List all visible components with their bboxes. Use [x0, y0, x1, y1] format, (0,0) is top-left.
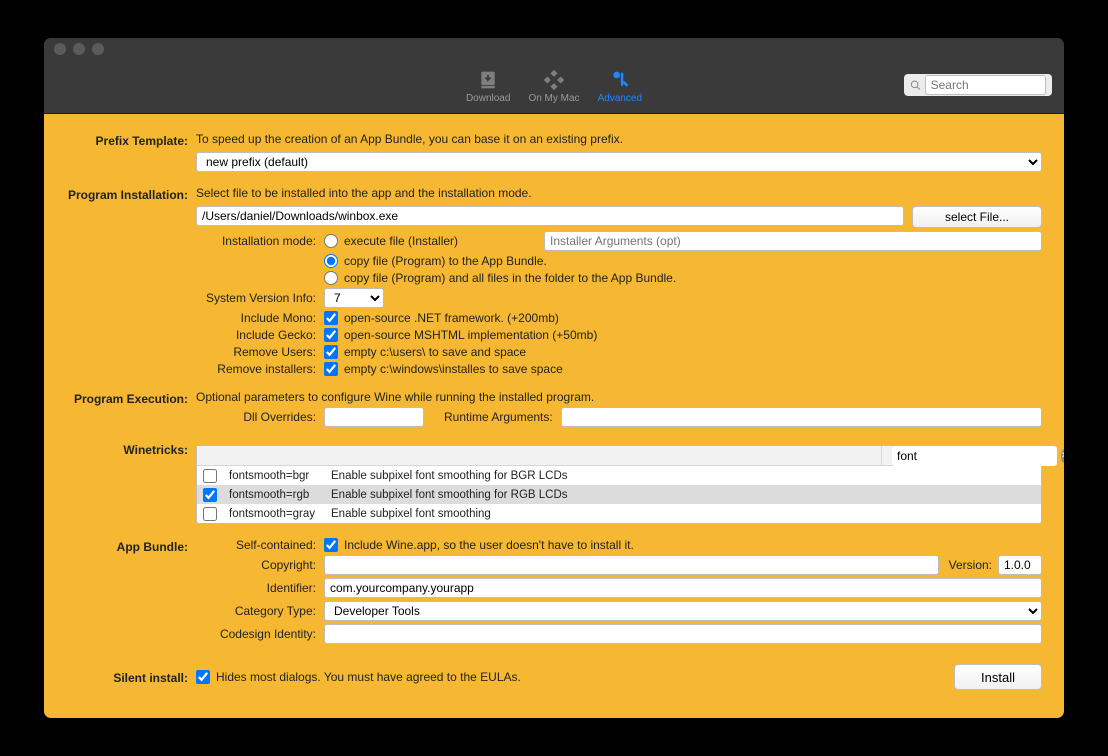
diamond-grid-icon	[541, 69, 567, 91]
tab-label: Download	[466, 93, 510, 104]
version-label: Version:	[939, 558, 998, 572]
category-type-label: Category Type:	[196, 604, 324, 618]
runtime-args-label: Runtime Arguments:	[444, 410, 561, 424]
winetricks-row-checkbox[interactable]	[203, 507, 217, 521]
codesign-identity-input[interactable]	[324, 624, 1042, 644]
wrench-gear-icon	[607, 69, 633, 91]
clear-search-icon[interactable]: ✕	[1061, 449, 1064, 463]
include-mono-label: Include Mono:	[196, 311, 324, 325]
program-execution-desc: Optional parameters to configure Wine wh…	[196, 390, 1042, 404]
version-input[interactable]	[998, 555, 1042, 575]
include-gecko-label: Include Gecko:	[196, 328, 324, 342]
winetricks-row-checkbox[interactable]	[203, 469, 217, 483]
minimize-traffic-light[interactable]	[73, 43, 85, 55]
select-file-button[interactable]: select File...	[912, 206, 1042, 228]
install-path-input[interactable]	[196, 206, 904, 226]
self-contained-label: Self-contained:	[196, 538, 324, 552]
silent-install-label: Silent install:	[66, 669, 196, 685]
app-window: Download On My Mac Advanced Prefix Templ…	[44, 38, 1064, 718]
mode-copy1-radio[interactable]	[324, 254, 338, 268]
winetricks-list: ✕ fontsmooth=bgr Enable subpixel font sm…	[196, 445, 1042, 524]
remove-installers-desc: empty c:\windows\installes to save space	[344, 362, 563, 376]
dll-overrides-input[interactable]	[324, 407, 424, 427]
winetricks-label: Winetricks:	[66, 441, 196, 457]
winetricks-row[interactable]: fontsmooth=rgb Enable subpixel font smoo…	[197, 485, 1041, 504]
silent-install-checkbox[interactable]	[196, 670, 210, 684]
prefix-template-desc: To speed up the creation of an App Bundl…	[196, 132, 1042, 146]
runtime-args-input[interactable]	[561, 407, 1042, 427]
toolbar-tabs: Download On My Mac Advanced	[466, 69, 642, 104]
app-bundle-label: App Bundle:	[66, 538, 196, 554]
toolbar-search-input[interactable]	[925, 75, 1046, 95]
tab-advanced[interactable]: Advanced	[598, 69, 642, 104]
mode-execute-text: execute file (Installer)	[344, 234, 544, 248]
mode-copy1-text: copy file (Program) to the App Bundle.	[344, 254, 547, 268]
installation-mode-label: Installation mode:	[196, 234, 324, 248]
program-execution-label: Program Execution:	[66, 390, 196, 406]
winetricks-row-checkbox[interactable]	[203, 488, 217, 502]
remove-installers-checkbox[interactable]	[324, 362, 338, 376]
winetricks-row[interactable]: fontsmooth=gray Enable subpixel font smo…	[197, 504, 1041, 523]
tab-label: Advanced	[598, 93, 642, 104]
winetricks-row-desc: Enable subpixel font smoothing	[331, 508, 491, 520]
program-installation-label: Program Installation:	[66, 186, 196, 202]
winetricks-search-input[interactable]	[892, 446, 1057, 466]
close-traffic-light[interactable]	[54, 43, 66, 55]
install-button[interactable]: Install	[954, 664, 1042, 690]
zoom-traffic-light[interactable]	[92, 43, 104, 55]
include-mono-checkbox[interactable]	[324, 311, 338, 325]
winetricks-row-name: fontsmooth=gray	[229, 508, 325, 520]
mode-execute-radio[interactable]	[324, 234, 338, 248]
mode-copy2-radio[interactable]	[324, 271, 338, 285]
codesign-identity-label: Codesign Identity:	[196, 627, 324, 641]
remove-users-label: Remove Users:	[196, 345, 324, 359]
remove-users-checkbox[interactable]	[324, 345, 338, 359]
winetricks-row-desc: Enable subpixel font smoothing for RGB L…	[331, 489, 568, 501]
identifier-label: Identifier:	[196, 581, 324, 595]
winetricks-header: ✕	[197, 446, 1041, 466]
winetricks-row-name: fontsmooth=bgr	[229, 470, 325, 482]
include-mono-desc: open-source .NET framework. (+200mb)	[344, 311, 559, 325]
winetricks-row-name: fontsmooth=rgb	[229, 489, 325, 501]
identifier-input[interactable]	[324, 578, 1042, 598]
system-version-label: System Version Info:	[196, 291, 324, 305]
tab-label: On My Mac	[528, 93, 579, 104]
mode-copy2-text: copy file (Program) and all files in the…	[344, 271, 676, 285]
remove-installers-label: Remove installers:	[196, 362, 324, 376]
search-icon	[910, 79, 921, 91]
program-installation-desc: Select file to be installed into the app…	[196, 186, 1042, 200]
winetricks-row[interactable]: fontsmooth=bgr Enable subpixel font smoo…	[197, 466, 1041, 485]
toolbar-search[interactable]	[904, 74, 1052, 96]
dll-overrides-label: Dll Overrides:	[196, 410, 324, 424]
titlebar	[44, 38, 1064, 60]
self-contained-checkbox[interactable]	[324, 538, 338, 552]
content-area: Prefix Template: To speed up the creatio…	[44, 114, 1064, 718]
download-icon	[475, 69, 501, 91]
system-version-select[interactable]: 7	[324, 288, 384, 308]
include-gecko-desc: open-source MSHTML implementation (+50mb…	[344, 328, 597, 342]
self-contained-desc: Include Wine.app, so the user doesn't ha…	[344, 538, 634, 552]
toolbar: Download On My Mac Advanced	[44, 60, 1064, 114]
tab-download[interactable]: Download	[466, 69, 510, 104]
silent-install-desc: Hides most dialogs. You must have agreed…	[216, 670, 521, 684]
copyright-label: Copyright:	[196, 558, 324, 572]
prefix-template-label: Prefix Template:	[66, 132, 196, 148]
installer-args-input[interactable]	[544, 231, 1042, 251]
remove-users-desc: empty c:\users\ to save and space	[344, 345, 526, 359]
prefix-template-select[interactable]: new prefix (default)	[196, 152, 1042, 172]
include-gecko-checkbox[interactable]	[324, 328, 338, 342]
copyright-input[interactable]	[324, 555, 939, 575]
tab-on-my-mac[interactable]: On My Mac	[528, 69, 579, 104]
category-type-select[interactable]: Developer Tools	[324, 601, 1042, 621]
winetricks-row-desc: Enable subpixel font smoothing for BGR L…	[331, 470, 568, 482]
winetricks-search[interactable]: ✕	[881, 446, 1041, 466]
